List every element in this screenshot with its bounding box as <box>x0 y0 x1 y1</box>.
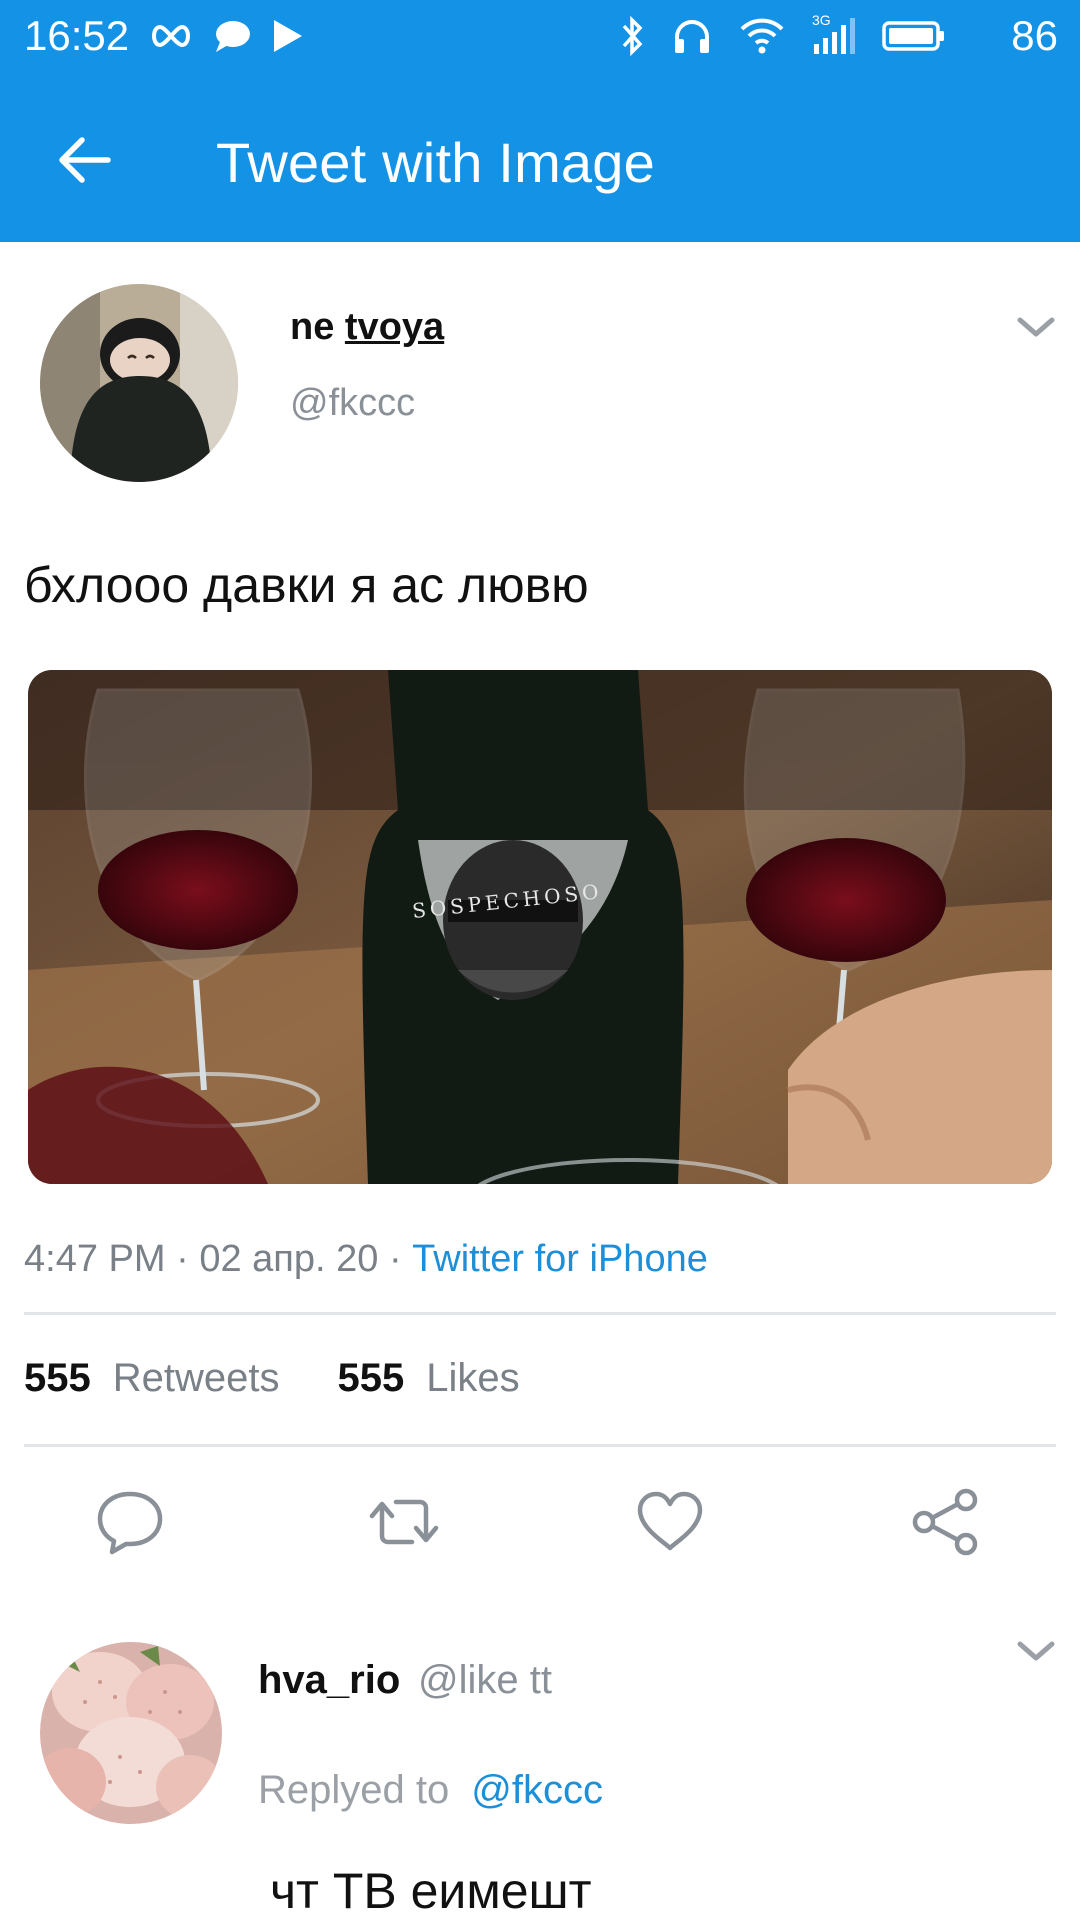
arrow-left-icon[interactable] <box>52 128 116 192</box>
reply-author-name[interactable]: hva_rio <box>258 1658 400 1703</box>
chevron-down-icon[interactable] <box>1016 312 1056 342</box>
share-icon[interactable] <box>910 1486 982 1558</box>
author-name[interactable]: ne tvoya <box>290 306 444 349</box>
meta-separator: · <box>176 1238 189 1280</box>
status-left-icons <box>148 18 304 54</box>
tweet-meta: 4:47 PM · 02 апр. 20 · Twitter for iPhon… <box>24 1238 708 1281</box>
play-icon <box>274 20 302 52</box>
chat-bubble-icon <box>216 21 250 52</box>
retweets-count[interactable]: 555 <box>24 1356 91 1401</box>
status-bar: 16:52 3G 86 <box>0 0 1080 76</box>
page-title: Tweet with Image <box>216 131 655 194</box>
divider <box>24 1312 1056 1315</box>
likes-count[interactable]: 555 <box>338 1356 405 1401</box>
status-right-icons: 3G <box>620 12 946 56</box>
tweet-date: 02 апр. 20 <box>199 1238 379 1280</box>
likes-label[interactable]: Likes <box>426 1356 519 1401</box>
replied-to-label: Replyed to <box>258 1768 450 1812</box>
tweet-text: бхлооо давки я ас лювю <box>24 557 589 613</box>
infinity-icon <box>152 24 190 48</box>
app-header: 16:52 3G 86 Tweet with Image <box>0 0 1080 242</box>
status-time: 16:52 <box>24 12 130 59</box>
author-name-part2: tvoya <box>344 306 445 348</box>
tweet-image[interactable]: SOSPECHOSO <box>28 670 1052 1184</box>
reply-author-avatar[interactable] <box>40 1642 222 1824</box>
battery-icon <box>882 21 944 51</box>
tweet-stats: 555 Retweets 555 Likes <box>24 1356 556 1401</box>
like-icon[interactable] <box>634 1486 706 1558</box>
tweet-source-link[interactable]: Twitter for iPhone <box>412 1238 708 1280</box>
retweets-label[interactable]: Retweets <box>113 1356 280 1401</box>
meta-separator: · <box>388 1238 402 1280</box>
tweet-time: 4:47 PM <box>24 1238 166 1280</box>
author-name-part1: ne <box>290 306 345 348</box>
headphones-icon <box>675 20 709 53</box>
wifi-icon <box>740 18 784 54</box>
reply-text: чт ТВ еимешт <box>270 1863 592 1919</box>
divider <box>24 1444 1056 1447</box>
author-handle[interactable]: @fkccc <box>290 382 415 425</box>
reply-icon[interactable] <box>94 1486 166 1558</box>
author-avatar[interactable] <box>40 284 238 482</box>
battery-percent: 86 <box>1011 12 1058 59</box>
chevron-down-icon[interactable] <box>1016 1636 1056 1666</box>
replied-to-mention[interactable]: @fkccc <box>471 1768 603 1812</box>
replied-to-line: Replyed to @fkccc <box>258 1768 603 1813</box>
signal-icon: 3G <box>812 12 856 56</box>
bluetooth-icon <box>622 16 643 56</box>
reply-author-handle[interactable]: @like tt <box>418 1658 552 1703</box>
retweet-icon[interactable] <box>368 1486 440 1558</box>
